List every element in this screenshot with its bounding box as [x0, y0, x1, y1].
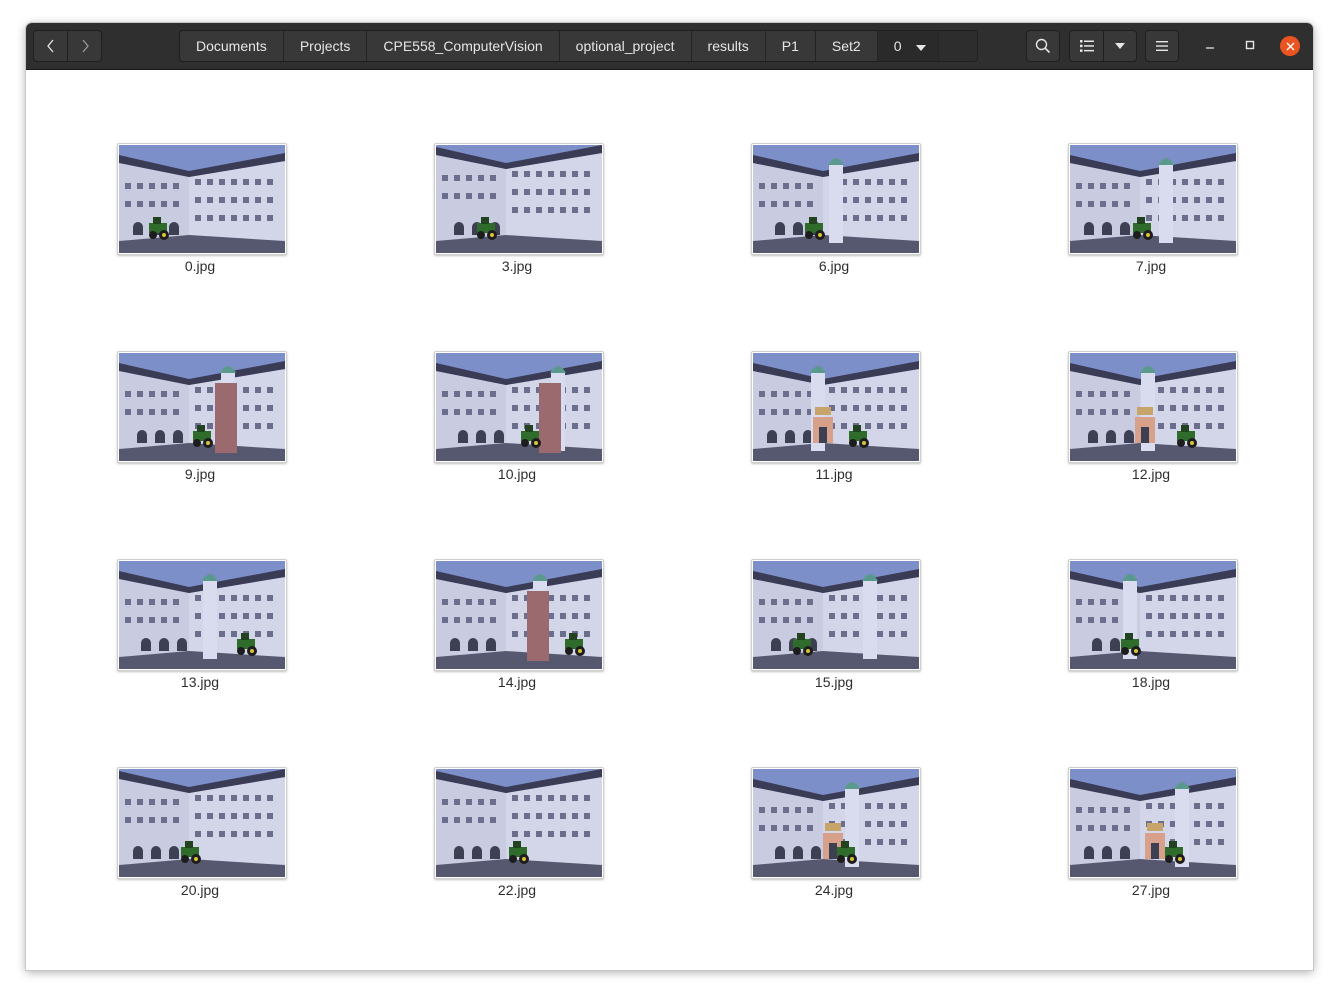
courtyard-photo: [436, 353, 602, 461]
file-name-label: 13.jpg: [180, 674, 220, 690]
maximize-button[interactable]: [1238, 34, 1262, 58]
file-item[interactable]: 20.jpg: [100, 767, 300, 917]
file-name-label: 0.jpg: [184, 258, 216, 274]
image-thumbnail[interactable]: [434, 767, 604, 879]
file-item[interactable]: 11.jpg: [734, 351, 934, 501]
file-name-label: 6.jpg: [818, 258, 850, 274]
courtyard-photo: [753, 353, 919, 461]
courtyard-photo: [753, 769, 919, 877]
file-name-label: 20.jpg: [180, 882, 220, 898]
courtyard-photo: [753, 561, 919, 669]
image-thumbnail[interactable]: [1068, 351, 1238, 463]
courtyard-photo: [753, 145, 919, 253]
file-item[interactable]: 10.jpg: [417, 351, 617, 501]
courtyard-photo: [436, 145, 602, 253]
courtyard-photo: [436, 769, 602, 877]
file-item[interactable]: 14.jpg: [417, 559, 617, 709]
image-thumbnail[interactable]: [117, 351, 287, 463]
file-name-label: 12.jpg: [1131, 466, 1171, 482]
file-item[interactable]: 6.jpg: [734, 143, 934, 293]
file-item[interactable]: 12.jpg: [1051, 351, 1251, 501]
headerbar: Documents Projects CPE558_ComputerVision…: [26, 23, 1313, 70]
image-thumbnail[interactable]: [117, 559, 287, 671]
search-button[interactable]: [1026, 30, 1060, 62]
file-name-label: 27.jpg: [1131, 882, 1171, 898]
minimize-button[interactable]: [1198, 34, 1222, 58]
back-button[interactable]: [33, 30, 68, 62]
image-thumbnail[interactable]: [751, 351, 921, 463]
minimize-icon: [1205, 37, 1215, 55]
file-name-label: 18.jpg: [1131, 674, 1171, 690]
courtyard-photo: [119, 561, 285, 669]
file-name-label: 7.jpg: [1135, 258, 1167, 274]
hamburger-menu-icon: [1156, 41, 1168, 51]
image-thumbnail[interactable]: [117, 143, 287, 255]
breadcrumb-p1[interactable]: P1: [766, 31, 816, 61]
file-name-label: 14.jpg: [497, 674, 537, 690]
caret-down-icon: [1115, 43, 1125, 49]
breadcrumb: Documents Projects CPE558_ComputerVision…: [179, 30, 978, 62]
caret-down-icon: [915, 38, 926, 54]
breadcrumb-results[interactable]: results: [692, 31, 766, 61]
breadcrumb-documents[interactable]: Documents: [180, 31, 284, 61]
image-thumbnail[interactable]: [1068, 143, 1238, 255]
close-icon: [1280, 36, 1300, 56]
file-item[interactable]: 7.jpg: [1051, 143, 1251, 293]
breadcrumb-optional-project[interactable]: optional_project: [560, 31, 692, 61]
maximize-icon: [1245, 37, 1255, 55]
courtyard-photo: [1070, 353, 1236, 461]
chevron-left-icon: [46, 38, 56, 54]
courtyard-photo: [119, 145, 285, 253]
breadcrumb-current-label: 0: [893, 38, 902, 54]
breadcrumb-cpe558[interactable]: CPE558_ComputerVision: [367, 31, 560, 61]
image-thumbnail[interactable]: [1068, 559, 1238, 671]
view-options-button[interactable]: [1103, 30, 1137, 62]
breadcrumb-projects[interactable]: Projects: [284, 31, 368, 61]
courtyard-photo: [1070, 769, 1236, 877]
forward-button[interactable]: [67, 30, 102, 62]
image-thumbnail[interactable]: [751, 559, 921, 671]
file-name-label: 9.jpg: [184, 466, 216, 482]
file-manager-window: Documents Projects CPE558_ComputerVision…: [26, 23, 1313, 970]
file-item[interactable]: 18.jpg: [1051, 559, 1251, 709]
file-item[interactable]: 9.jpg: [100, 351, 300, 501]
list-view-button[interactable]: [1069, 30, 1104, 62]
image-thumbnail[interactable]: [751, 767, 921, 879]
image-thumbnail[interactable]: [434, 143, 604, 255]
file-name-label: 11.jpg: [815, 466, 853, 482]
courtyard-photo: [1070, 145, 1236, 253]
file-name-label: 15.jpg: [814, 674, 854, 690]
close-button[interactable]: [1278, 34, 1302, 58]
breadcrumb-set2[interactable]: Set2: [816, 31, 878, 61]
breadcrumb-current-folder[interactable]: 0: [877, 31, 939, 61]
file-item[interactable]: 22.jpg: [417, 767, 617, 917]
file-name-label: 3.jpg: [501, 258, 533, 274]
list-view-icon: [1079, 40, 1094, 52]
chevron-right-icon: [80, 38, 90, 54]
file-item[interactable]: 27.jpg: [1051, 767, 1251, 917]
courtyard-photo: [119, 353, 285, 461]
courtyard-photo: [1070, 561, 1236, 669]
image-thumbnail[interactable]: [434, 351, 604, 463]
image-thumbnail[interactable]: [751, 143, 921, 255]
file-item[interactable]: 15.jpg: [734, 559, 934, 709]
file-item[interactable]: 24.jpg: [734, 767, 934, 917]
image-thumbnail[interactable]: [434, 559, 604, 671]
courtyard-photo: [436, 561, 602, 669]
courtyard-photo: [119, 769, 285, 877]
file-name-label: 24.jpg: [814, 882, 854, 898]
file-item[interactable]: 3.jpg: [417, 143, 617, 293]
file-name-label: 22.jpg: [497, 882, 537, 898]
file-item[interactable]: 0.jpg: [100, 143, 300, 293]
image-thumbnail[interactable]: [117, 767, 287, 879]
breadcrumb-spacer: [938, 31, 977, 61]
file-icon-grid: 0.jpg 3.jpg 6.jpg 7.jpg 9.jpg 10.jpg 11.jpg 12.…: [26, 70, 1313, 970]
search-icon: [1035, 38, 1051, 54]
main-menu-button[interactable]: [1145, 30, 1179, 62]
file-item[interactable]: 13.jpg: [100, 559, 300, 709]
file-name-label: 10.jpg: [497, 466, 537, 482]
image-thumbnail[interactable]: [1068, 767, 1238, 879]
